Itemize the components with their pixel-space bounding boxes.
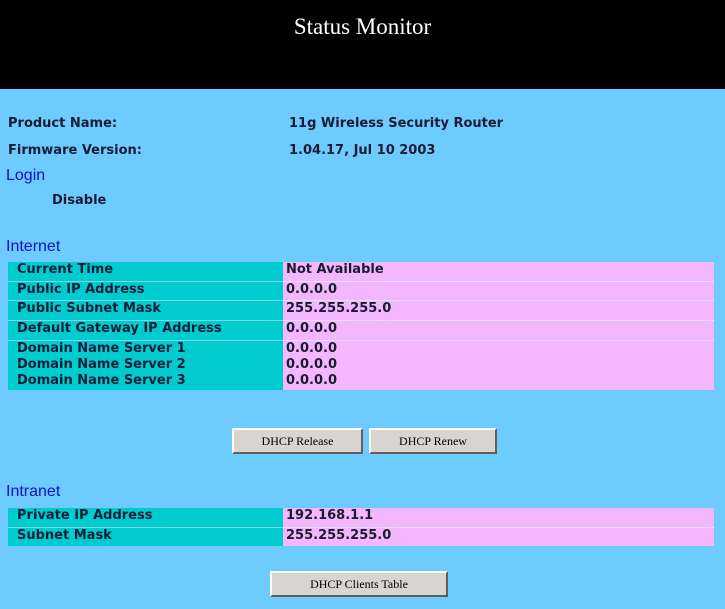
dns-3-label: Domain Name Server 3 bbox=[8, 373, 283, 390]
intranet-heading: Intranet bbox=[6, 483, 61, 500]
default-gateway-label: Default Gateway IP Address bbox=[8, 320, 283, 340]
internet-table: Current Time Not Available Public IP Add… bbox=[8, 262, 714, 390]
table-row: Current Time Not Available bbox=[8, 262, 714, 281]
dns-1-value: 0.0.0.0 bbox=[283, 340, 714, 357]
dns-2-value: 0.0.0.0 bbox=[283, 357, 714, 373]
table-row: Private IP Address 192.168.1.1 bbox=[8, 508, 714, 527]
private-ip-value: 192.168.1.1 bbox=[283, 508, 714, 527]
table-row: Domain Name Server 1 0.0.0.0 bbox=[8, 340, 714, 357]
table-row: Default Gateway IP Address 0.0.0.0 bbox=[8, 320, 714, 340]
table-row: Public IP Address 0.0.0.0 bbox=[8, 281, 714, 300]
dhcp-clients-table-button[interactable]: DHCP Clients Table bbox=[270, 571, 448, 597]
current-time-value: Not Available bbox=[283, 262, 714, 281]
internet-heading: Internet bbox=[6, 238, 61, 255]
public-subnet-mask-label: Public Subnet Mask bbox=[8, 300, 283, 320]
header-bar: Status Monitor bbox=[0, 0, 725, 89]
table-row: Subnet Mask 255.255.255.0 bbox=[8, 527, 714, 546]
subnet-mask-value: 255.255.255.0 bbox=[283, 527, 714, 546]
public-ip-label: Public IP Address bbox=[8, 281, 283, 300]
default-gateway-value: 0.0.0.0 bbox=[283, 320, 714, 340]
table-row: Domain Name Server 2 0.0.0.0 bbox=[8, 357, 714, 373]
intranet-table: Private IP Address 192.168.1.1 Subnet Ma… bbox=[8, 508, 714, 546]
dns-1-label: Domain Name Server 1 bbox=[8, 340, 283, 357]
firmware-version-label: Firmware Version: bbox=[8, 143, 142, 158]
public-subnet-mask-value: 255.255.255.0 bbox=[283, 300, 714, 320]
product-name-value: 11g Wireless Security Router bbox=[289, 116, 504, 131]
dhcp-release-button[interactable]: DHCP Release bbox=[232, 428, 363, 454]
login-heading: Login bbox=[6, 167, 46, 184]
login-status: Disable bbox=[52, 193, 107, 208]
subnet-mask-label: Subnet Mask bbox=[8, 527, 283, 546]
table-row: Domain Name Server 3 0.0.0.0 bbox=[8, 373, 714, 390]
private-ip-label: Private IP Address bbox=[8, 508, 283, 527]
dns-2-label: Domain Name Server 2 bbox=[8, 357, 283, 373]
current-time-label: Current Time bbox=[8, 262, 283, 281]
dns-3-value: 0.0.0.0 bbox=[283, 373, 714, 390]
table-row: Public Subnet Mask 255.255.255.0 bbox=[8, 300, 714, 320]
public-ip-value: 0.0.0.0 bbox=[283, 281, 714, 300]
dhcp-renew-button[interactable]: DHCP Renew bbox=[369, 428, 497, 454]
page-title: Status Monitor bbox=[293, 14, 432, 39]
product-name-label: Product Name: bbox=[8, 116, 118, 131]
firmware-version-value: 1.04.17, Jul 10 2003 bbox=[289, 143, 436, 158]
